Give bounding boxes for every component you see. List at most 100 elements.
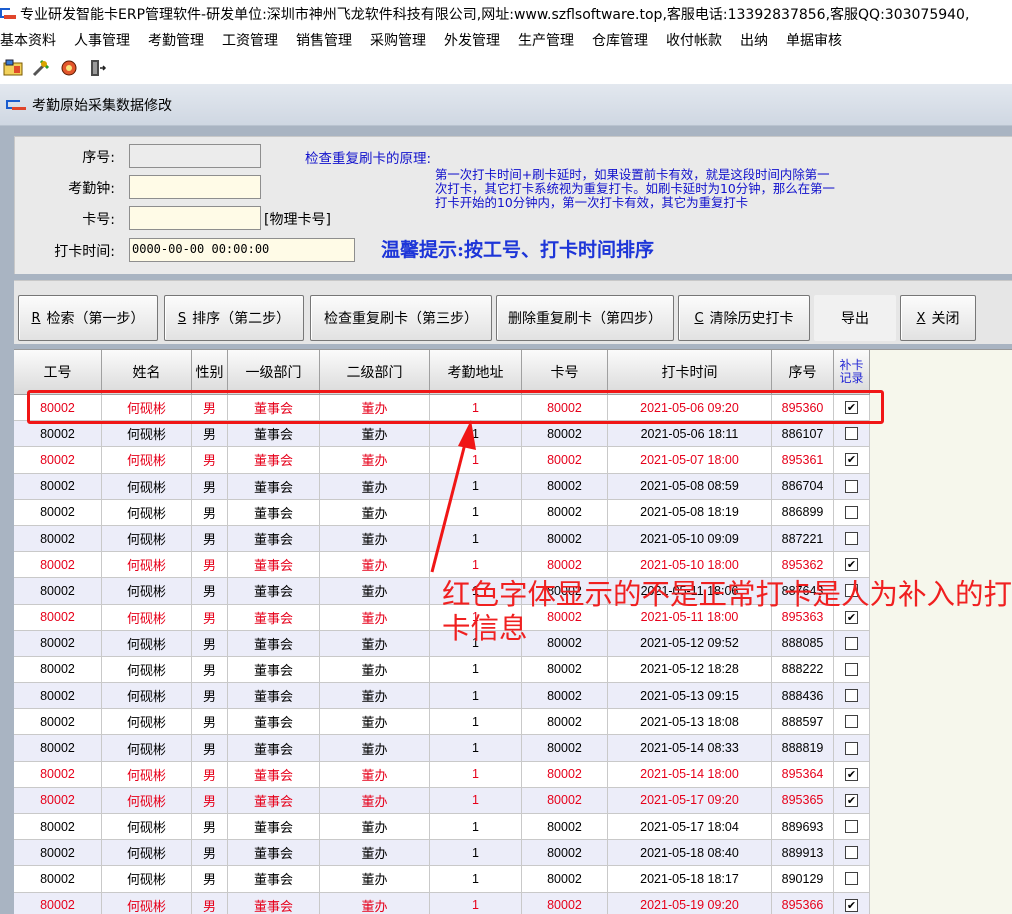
cell-sex[interactable]: 男 bbox=[192, 892, 228, 914]
cell-name[interactable]: 何砚彬 bbox=[102, 578, 192, 605]
table-row[interactable]: 80002 何砚彬男董事会 董办 1 80002 2021-05-13 18:08 8885… bbox=[14, 709, 1012, 736]
cell-name[interactable]: 何砚彬 bbox=[102, 866, 192, 893]
supplement-checkbox[interactable]: ✔ bbox=[845, 898, 858, 912]
cell-employee-id[interactable]: 80002 bbox=[14, 604, 102, 631]
supplement-checkbox[interactable] bbox=[845, 741, 858, 755]
cell-dept1[interactable]: 董事会 bbox=[228, 525, 320, 553]
cell-card[interactable]: 80002 bbox=[522, 499, 608, 526]
tools-icon[interactable] bbox=[30, 57, 52, 79]
supplement-checkbox[interactable]: ✔ bbox=[845, 767, 858, 781]
cell-punch-time[interactable]: 2021-05-14 08:33 bbox=[608, 735, 772, 762]
cell-sex[interactable]: 男 bbox=[192, 814, 228, 841]
cell-address[interactable]: 1 bbox=[430, 814, 522, 841]
cell-sex[interactable]: 男 bbox=[192, 630, 228, 657]
cell-dept2[interactable]: 董办 bbox=[320, 787, 430, 814]
cell-dept1[interactable]: 董事会 bbox=[228, 578, 320, 605]
table-row[interactable]: 80002 何砚彬男董事会 董办 1 80002 2021-05-08 08:59 8867… bbox=[14, 473, 1012, 500]
cell-punch-time[interactable]: 2021-05-18 08:40 bbox=[608, 840, 772, 867]
cell-name[interactable]: 何砚彬 bbox=[102, 735, 192, 762]
cell-dept1[interactable]: 董事会 bbox=[228, 421, 320, 448]
cell-address[interactable]: 1 bbox=[430, 447, 522, 474]
table-row[interactable]: 80002 何砚彬男董事会 董办 1 80002 2021-05-18 18:17 8901… bbox=[14, 866, 1012, 893]
cell-sex[interactable]: 男 bbox=[192, 761, 228, 788]
cell-dept2[interactable]: 董办 bbox=[320, 814, 430, 841]
cell-card[interactable]: 80002 bbox=[522, 656, 608, 684]
cell-seq[interactable]: 888597 bbox=[772, 709, 834, 736]
cell-dept2[interactable]: 董办 bbox=[320, 892, 430, 914]
cell-address[interactable]: 1 bbox=[430, 787, 522, 814]
table-row[interactable]: 80002 何砚彬男董事会 董办 1 80002 2021-05-08 18:19 8868… bbox=[14, 499, 1012, 526]
cell-name[interactable]: 何砚彬 bbox=[102, 892, 192, 914]
cell-punch-time[interactable]: 2021-05-10 09:09 bbox=[608, 525, 772, 553]
cell-employee-id[interactable]: 80002 bbox=[14, 499, 102, 526]
cell-dept2[interactable]: 董办 bbox=[320, 604, 430, 631]
cell-dept2[interactable]: 董办 bbox=[320, 395, 430, 422]
supplement-checkbox[interactable] bbox=[845, 479, 858, 493]
cell-sex[interactable]: 男 bbox=[192, 604, 228, 631]
cell-dept1[interactable]: 董事会 bbox=[228, 814, 320, 841]
cell-employee-id[interactable]: 80002 bbox=[14, 735, 102, 762]
cell-address[interactable]: 1 bbox=[430, 552, 522, 579]
cell-address[interactable]: 1 bbox=[430, 656, 522, 684]
cell-seq[interactable]: 895361 bbox=[772, 447, 834, 474]
cell-dept2[interactable]: 董办 bbox=[320, 866, 430, 893]
menu-item-warehouse[interactable]: 仓库管理 bbox=[592, 30, 657, 50]
cell-punch-time[interactable]: 2021-05-13 18:08 bbox=[608, 709, 772, 736]
cell-address[interactable]: 1 bbox=[430, 735, 522, 762]
cell-name[interactable]: 何砚彬 bbox=[102, 840, 192, 867]
supplement-checkbox[interactable] bbox=[845, 662, 858, 676]
table-row[interactable]: 80002 何砚彬男董事会 董办 1 80002 2021-05-07 18:00 8953… bbox=[14, 447, 1012, 474]
menu-item-payroll[interactable]: 工资管理 bbox=[222, 30, 287, 50]
supplement-checkbox[interactable]: ✔ bbox=[845, 558, 858, 572]
supplement-checkbox[interactable] bbox=[845, 846, 858, 860]
cell-dept1[interactable]: 董事会 bbox=[228, 761, 320, 788]
table-row[interactable]: 80002 何砚彬男董事会 董办 1 80002 2021-05-14 08:33 8888… bbox=[14, 735, 1012, 762]
column-header[interactable]: 性别 bbox=[192, 350, 228, 395]
menu-item-basic-data[interactable]: 基本资料 bbox=[0, 30, 65, 50]
cell-name[interactable]: 何砚彬 bbox=[102, 499, 192, 526]
cell-dept2[interactable]: 董办 bbox=[320, 683, 430, 710]
cell-employee-id[interactable]: 80002 bbox=[14, 578, 102, 605]
table-row[interactable]: 80002 何砚彬男董事会 董办 1 80002 2021-05-17 18:04 8896… bbox=[14, 814, 1012, 841]
cell-employee-id[interactable]: 80002 bbox=[14, 395, 102, 422]
cell-name[interactable]: 何砚彬 bbox=[102, 656, 192, 684]
cell-card[interactable]: 80002 bbox=[522, 735, 608, 762]
cell-punch-time[interactable]: 2021-05-12 18:28 bbox=[608, 656, 772, 684]
column-header[interactable]: 打卡时间 bbox=[608, 350, 772, 395]
column-header-supplement[interactable]: 补卡记录 bbox=[834, 350, 870, 395]
delete-duplicate-button[interactable]: 删除重复刷卡（第四步） bbox=[496, 295, 674, 341]
cell-seq[interactable]: 886107 bbox=[772, 421, 834, 448]
cell-dept2[interactable]: 董办 bbox=[320, 761, 430, 788]
cell-dept1[interactable]: 董事会 bbox=[228, 447, 320, 474]
column-header[interactable]: 考勤地址 bbox=[430, 350, 522, 395]
cell-dept1[interactable]: 董事会 bbox=[228, 499, 320, 526]
cell-sex[interactable]: 男 bbox=[192, 709, 228, 736]
cell-dept2[interactable]: 董办 bbox=[320, 552, 430, 579]
cell-address[interactable]: 1 bbox=[430, 709, 522, 736]
supplement-checkbox[interactable] bbox=[845, 532, 858, 546]
column-header[interactable]: 卡号 bbox=[522, 350, 608, 395]
cell-dept1[interactable]: 董事会 bbox=[228, 840, 320, 867]
cell-card[interactable]: 80002 bbox=[522, 395, 608, 422]
supplement-checkbox[interactable]: ✔ bbox=[845, 453, 858, 467]
table-row[interactable]: 80002 何砚彬男董事会 董办 1 80002 2021-05-19 09:20 8953… bbox=[14, 892, 1012, 914]
cell-employee-id[interactable]: 80002 bbox=[14, 709, 102, 736]
cell-seq[interactable]: 887221 bbox=[772, 525, 834, 553]
table-row[interactable]: 80002 何砚彬男董事会 董办 1 80002 2021-05-17 09:20 8953… bbox=[14, 787, 1012, 814]
cell-sex[interactable]: 男 bbox=[192, 447, 228, 474]
cell-employee-id[interactable]: 80002 bbox=[14, 447, 102, 474]
menu-item-sales[interactable]: 销售管理 bbox=[296, 30, 361, 50]
cell-card[interactable]: 80002 bbox=[522, 525, 608, 553]
cell-employee-id[interactable]: 80002 bbox=[14, 814, 102, 841]
cell-dept2[interactable]: 董办 bbox=[320, 447, 430, 474]
cell-name[interactable]: 何砚彬 bbox=[102, 683, 192, 710]
settings-icon[interactable] bbox=[58, 57, 80, 79]
cell-seq[interactable]: 886899 bbox=[772, 499, 834, 526]
cell-sex[interactable]: 男 bbox=[192, 473, 228, 500]
cell-dept2[interactable]: 董办 bbox=[320, 473, 430, 500]
cell-address[interactable]: 1 bbox=[430, 499, 522, 526]
cell-card[interactable]: 80002 bbox=[522, 840, 608, 867]
cell-dept1[interactable]: 董事会 bbox=[228, 552, 320, 579]
sort-button[interactable]: S 排序（第二步） bbox=[164, 295, 304, 341]
cell-seq[interactable]: 889693 bbox=[772, 814, 834, 841]
